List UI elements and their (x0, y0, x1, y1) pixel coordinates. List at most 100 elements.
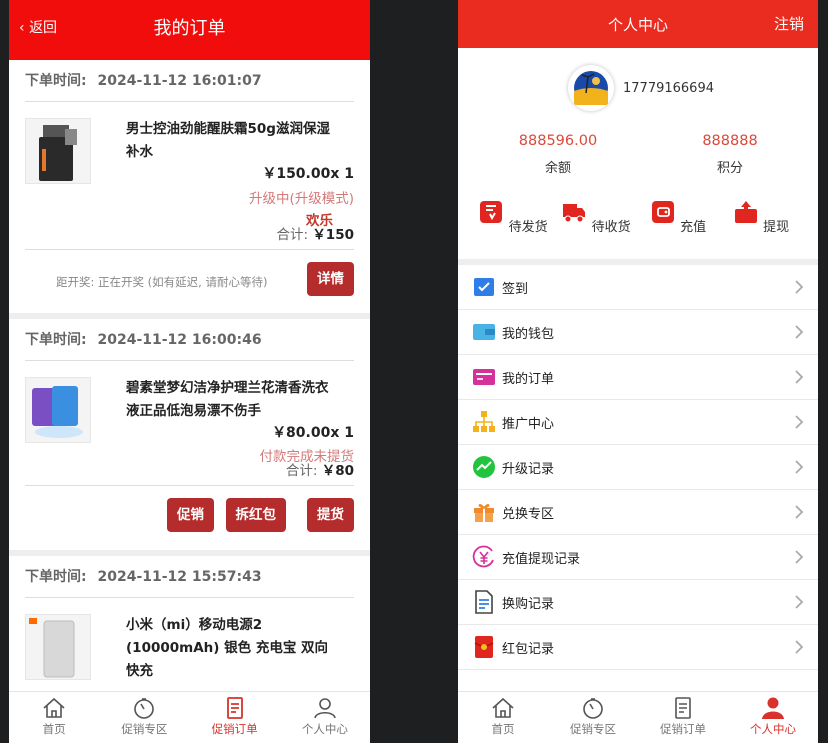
avatar[interactable] (568, 65, 614, 111)
points-stat[interactable]: 888888 积分 (660, 133, 800, 176)
org-chart-icon (473, 411, 495, 432)
profile-header: 个人中心 注销 (458, 0, 818, 48)
tab-profile[interactable]: 个人中心 (728, 692, 818, 743)
menu-item-wallet[interactable]: 我的钱包 (458, 310, 818, 355)
order-card: 下单时间: 2024-11-12 16:00:46 碧素堂梦幻洁净护理兰花清香洗… (9, 319, 370, 556)
red-envelope-icon (474, 636, 494, 658)
logout-button[interactable]: 注销 (774, 13, 804, 34)
detergent-pack-image (32, 386, 83, 438)
order-total-value: ￥80 (321, 463, 354, 479)
trend-icon (473, 456, 495, 478)
open-red-envelope-button[interactable]: 拆红包 (225, 498, 286, 532)
tab-promo[interactable]: 促销专区 (548, 692, 638, 743)
quick-label: 充值 (680, 220, 707, 235)
menu-item-exchange[interactable]: 兑换专区 (458, 490, 818, 535)
order-time-row: 下单时间: 2024-11-12 16:01:07 (25, 60, 354, 102)
orders-header: ‹ 返回 我的订单 (9, 0, 370, 60)
user-icon (762, 697, 784, 719)
menu-label: 推广中心 (502, 417, 555, 432)
menu-item-orders[interactable]: 我的订单 (458, 355, 818, 400)
chevron-right-icon (795, 325, 804, 339)
order-total-label: 合计: (285, 463, 318, 479)
bottom-tabbar: 首页 促销专区 促销订单 个人中心 (458, 691, 818, 743)
menu-label: 换购记录 (502, 597, 555, 612)
user-phone: 17779166694 (623, 81, 714, 96)
quick-pending-receive[interactable]: 待收货 (556, 199, 636, 235)
tab-label: 促销订单 (211, 722, 258, 736)
order-card-icon (473, 369, 495, 385)
quick-pending-ship[interactable]: 待发货 (473, 199, 553, 235)
order-product[interactable]: 男士控油劲能醒肤霜50g滋润保湿补水 ￥150.00x 1 升级中(升级模式) … (25, 102, 354, 250)
profile-screen: 个人中心 注销 17779166694 888596.00 余额 888888 … (458, 0, 818, 743)
pending-ship-icon (480, 201, 503, 223)
tab-label: 促销订单 (660, 722, 706, 736)
product-name: 碧素堂梦幻洁净护理兰花清香洗衣液正品低泡易漂不伤手 (126, 380, 329, 419)
truck-icon (563, 204, 586, 223)
page-title: 个人中心 (607, 16, 668, 34)
wallet-card-icon (473, 324, 495, 340)
chevron-right-icon (795, 415, 804, 429)
pickup-button[interactable]: 提货 (307, 498, 354, 532)
orders-screen: ‹ 返回 我的订单 下单时间: 2024-11-12 16:01:07 男士控油… (9, 0, 370, 743)
timer-icon (583, 698, 603, 719)
balance-value: 888596.00 (518, 133, 598, 149)
balance-stat[interactable]: 888596.00 余额 (488, 133, 628, 176)
chevron-right-icon (795, 460, 804, 474)
tab-promo[interactable]: 促销专区 (99, 692, 189, 743)
power-bank-image (29, 618, 75, 678)
wallet-icon (651, 201, 674, 223)
menu-label: 升级记录 (502, 462, 555, 477)
product-price: ￥150.00x 1 (262, 166, 354, 182)
detail-button[interactable]: 详情 (307, 262, 354, 296)
quick-label: 提现 (763, 220, 790, 235)
quick-label: 待收货 (591, 220, 631, 235)
product-name: 男士控油劲能醒肤霜50g滋润保湿补水 (126, 121, 330, 160)
order-time-label: 下单时间: (25, 73, 87, 89)
order-icon (675, 697, 691, 719)
menu-item-redeem-log[interactable]: 换购记录 (458, 580, 818, 625)
quick-recharge[interactable]: 充值 (638, 199, 718, 235)
tab-orders[interactable]: 促销订单 (638, 692, 728, 743)
chevron-right-icon (795, 505, 804, 519)
tab-home[interactable]: 首页 (9, 692, 99, 743)
bottom-tabbar: 首页 促销专区 促销订单 个人中心 (9, 691, 370, 743)
tab-orders[interactable]: 促销订单 (190, 692, 280, 743)
product-image (25, 118, 91, 184)
chevron-right-icon (795, 640, 804, 654)
order-time-label: 下单时间: (25, 569, 87, 585)
menu-item-checkin[interactable]: 签到 (458, 265, 818, 310)
order-total: 合计: ￥80 (286, 459, 354, 479)
document-icon (475, 590, 493, 614)
chevron-right-icon (795, 280, 804, 294)
order-actions: 距开奖: 正在开奖 (如有延迟, 请耐心等待) 详情 (25, 250, 354, 313)
menu-item-red-envelope-log[interactable]: 红包记录 (458, 625, 818, 670)
tab-label: 个人中心 (301, 722, 348, 736)
order-card: 下单时间: 2024-11-12 16:01:07 男士控油劲能醒肤霜50g滋润… (9, 60, 370, 319)
menu-item-promotion[interactable]: 推广中心 (458, 400, 818, 445)
order-time-label: 下单时间: (25, 332, 87, 348)
tab-home[interactable]: 首页 (458, 692, 548, 743)
user-icon (314, 698, 336, 719)
account-stats: 888596.00 余额 888888 积分 (458, 133, 818, 183)
quick-withdraw[interactable]: 提现 (721, 199, 801, 235)
order-total: 合计: ￥150 (276, 223, 354, 243)
order-card: 下单时间: 2024-11-12 15:57:43 小米（mi）移动电源2 (1… (9, 556, 370, 691)
tab-label: 首页 (491, 722, 515, 736)
promo-button[interactable]: 促销 (167, 498, 214, 532)
menu-label: 兑换专区 (502, 507, 555, 522)
product-price: ￥80.00x 1 (272, 425, 354, 441)
points-label: 积分 (716, 161, 743, 176)
order-time-value: 2024-11-12 16:00:46 (97, 332, 262, 348)
order-total-value: ￥150 (312, 227, 354, 243)
product-image (25, 614, 91, 680)
tab-profile[interactable]: 个人中心 (280, 692, 370, 743)
menu-label: 我的钱包 (502, 327, 555, 342)
menu-item-upgrade-log[interactable]: 升级记录 (458, 445, 818, 490)
order-product[interactable]: 小米（mi）移动电源2 (10000mAh) 银色 充电宝 双向快充 (25, 598, 354, 691)
order-icon (226, 697, 243, 719)
menu-label: 红包记录 (502, 642, 555, 657)
yen-icon (472, 545, 494, 568)
order-product[interactable]: 碧素堂梦幻洁净护理兰花清香洗衣液正品低泡易漂不伤手 ￥80.00x 1 付款完成… (25, 361, 354, 486)
quick-actions: 待发货 待收货 充值 提现 (458, 183, 818, 265)
menu-item-recharge-log[interactable]: 充值提现记录 (458, 535, 818, 580)
